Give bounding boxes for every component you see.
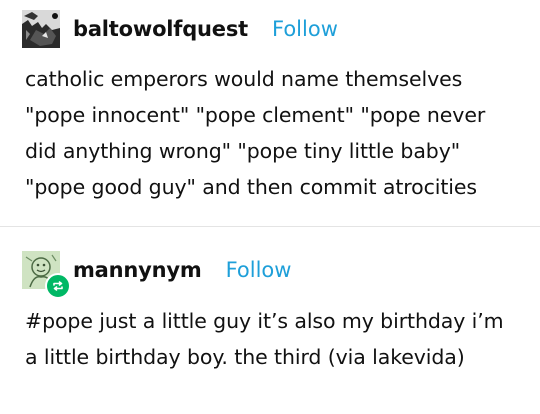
avatar[interactable] — [22, 10, 60, 48]
post-header: baltowolfquest Follow — [22, 9, 338, 49]
post-card: mannynym Follow #pope just a little guy … — [0, 227, 540, 414]
post-header: mannynym Follow — [22, 251, 292, 299]
follow-button[interactable]: Follow — [272, 17, 338, 41]
avatar[interactable] — [22, 251, 71, 299]
post-card: baltowolfquest Follow catholic emperors … — [0, 0, 540, 226]
follow-button[interactable]: Follow — [226, 258, 292, 282]
username[interactable]: mannynym — [73, 258, 202, 282]
reblog-badge — [45, 273, 71, 299]
wolf-sketch-avatar-icon — [22, 10, 60, 48]
username[interactable]: baltowolfquest — [73, 17, 248, 41]
post-body-text: #pope just a little guy it’s also my bir… — [25, 309, 504, 369]
post-body-text: catholic emperors would name themselves … — [25, 67, 486, 199]
reblog-icon — [53, 281, 63, 291]
